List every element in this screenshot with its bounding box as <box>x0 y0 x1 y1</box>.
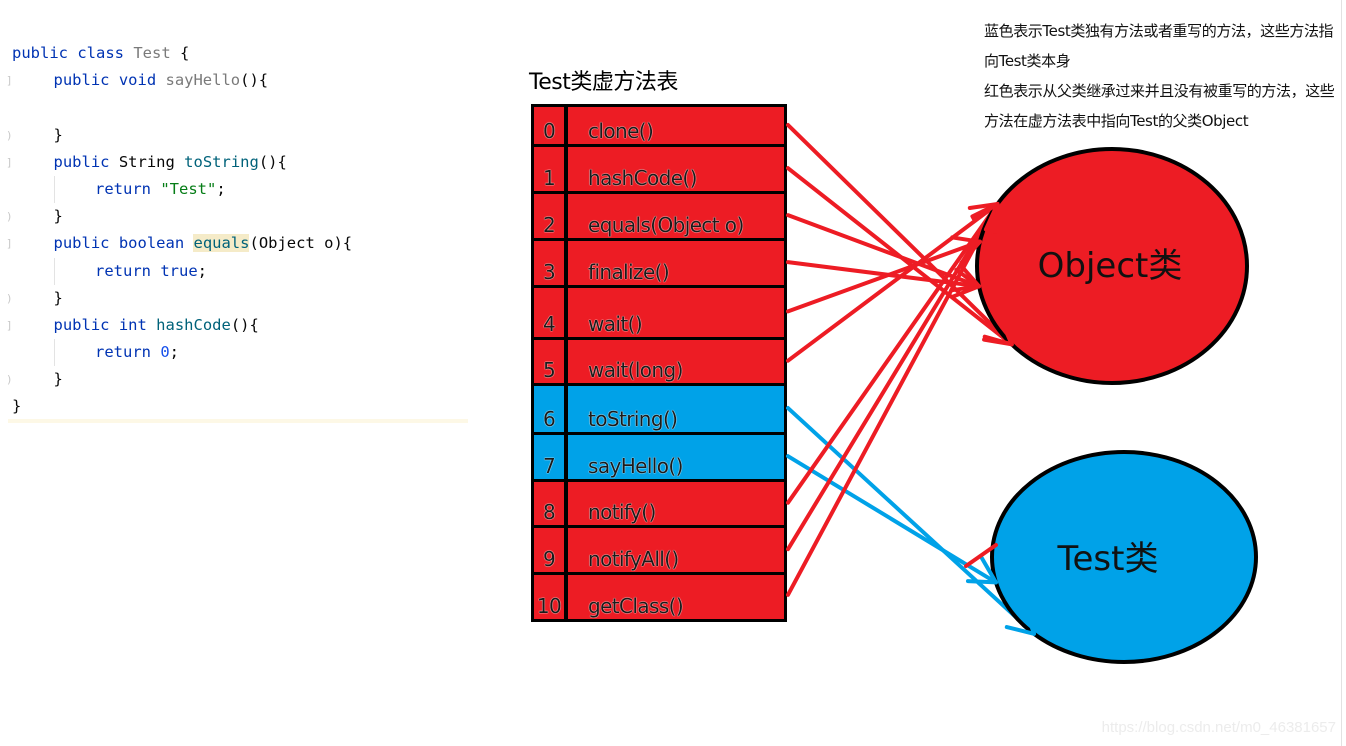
reference-arrow <box>786 454 998 585</box>
arrowhead <box>965 579 998 585</box>
divider <box>1341 0 1342 746</box>
reference-arrow <box>786 406 1036 636</box>
object-class-label: Object类 <box>1038 246 1183 286</box>
test-class-label: Test类 <box>1057 539 1159 579</box>
diagram-canvas: Object类 Test类 <box>786 123 1258 664</box>
reference-arrow <box>786 201 1000 597</box>
watermark: https://blog.csdn.net/m0_46381657 <box>1101 719 1336 736</box>
